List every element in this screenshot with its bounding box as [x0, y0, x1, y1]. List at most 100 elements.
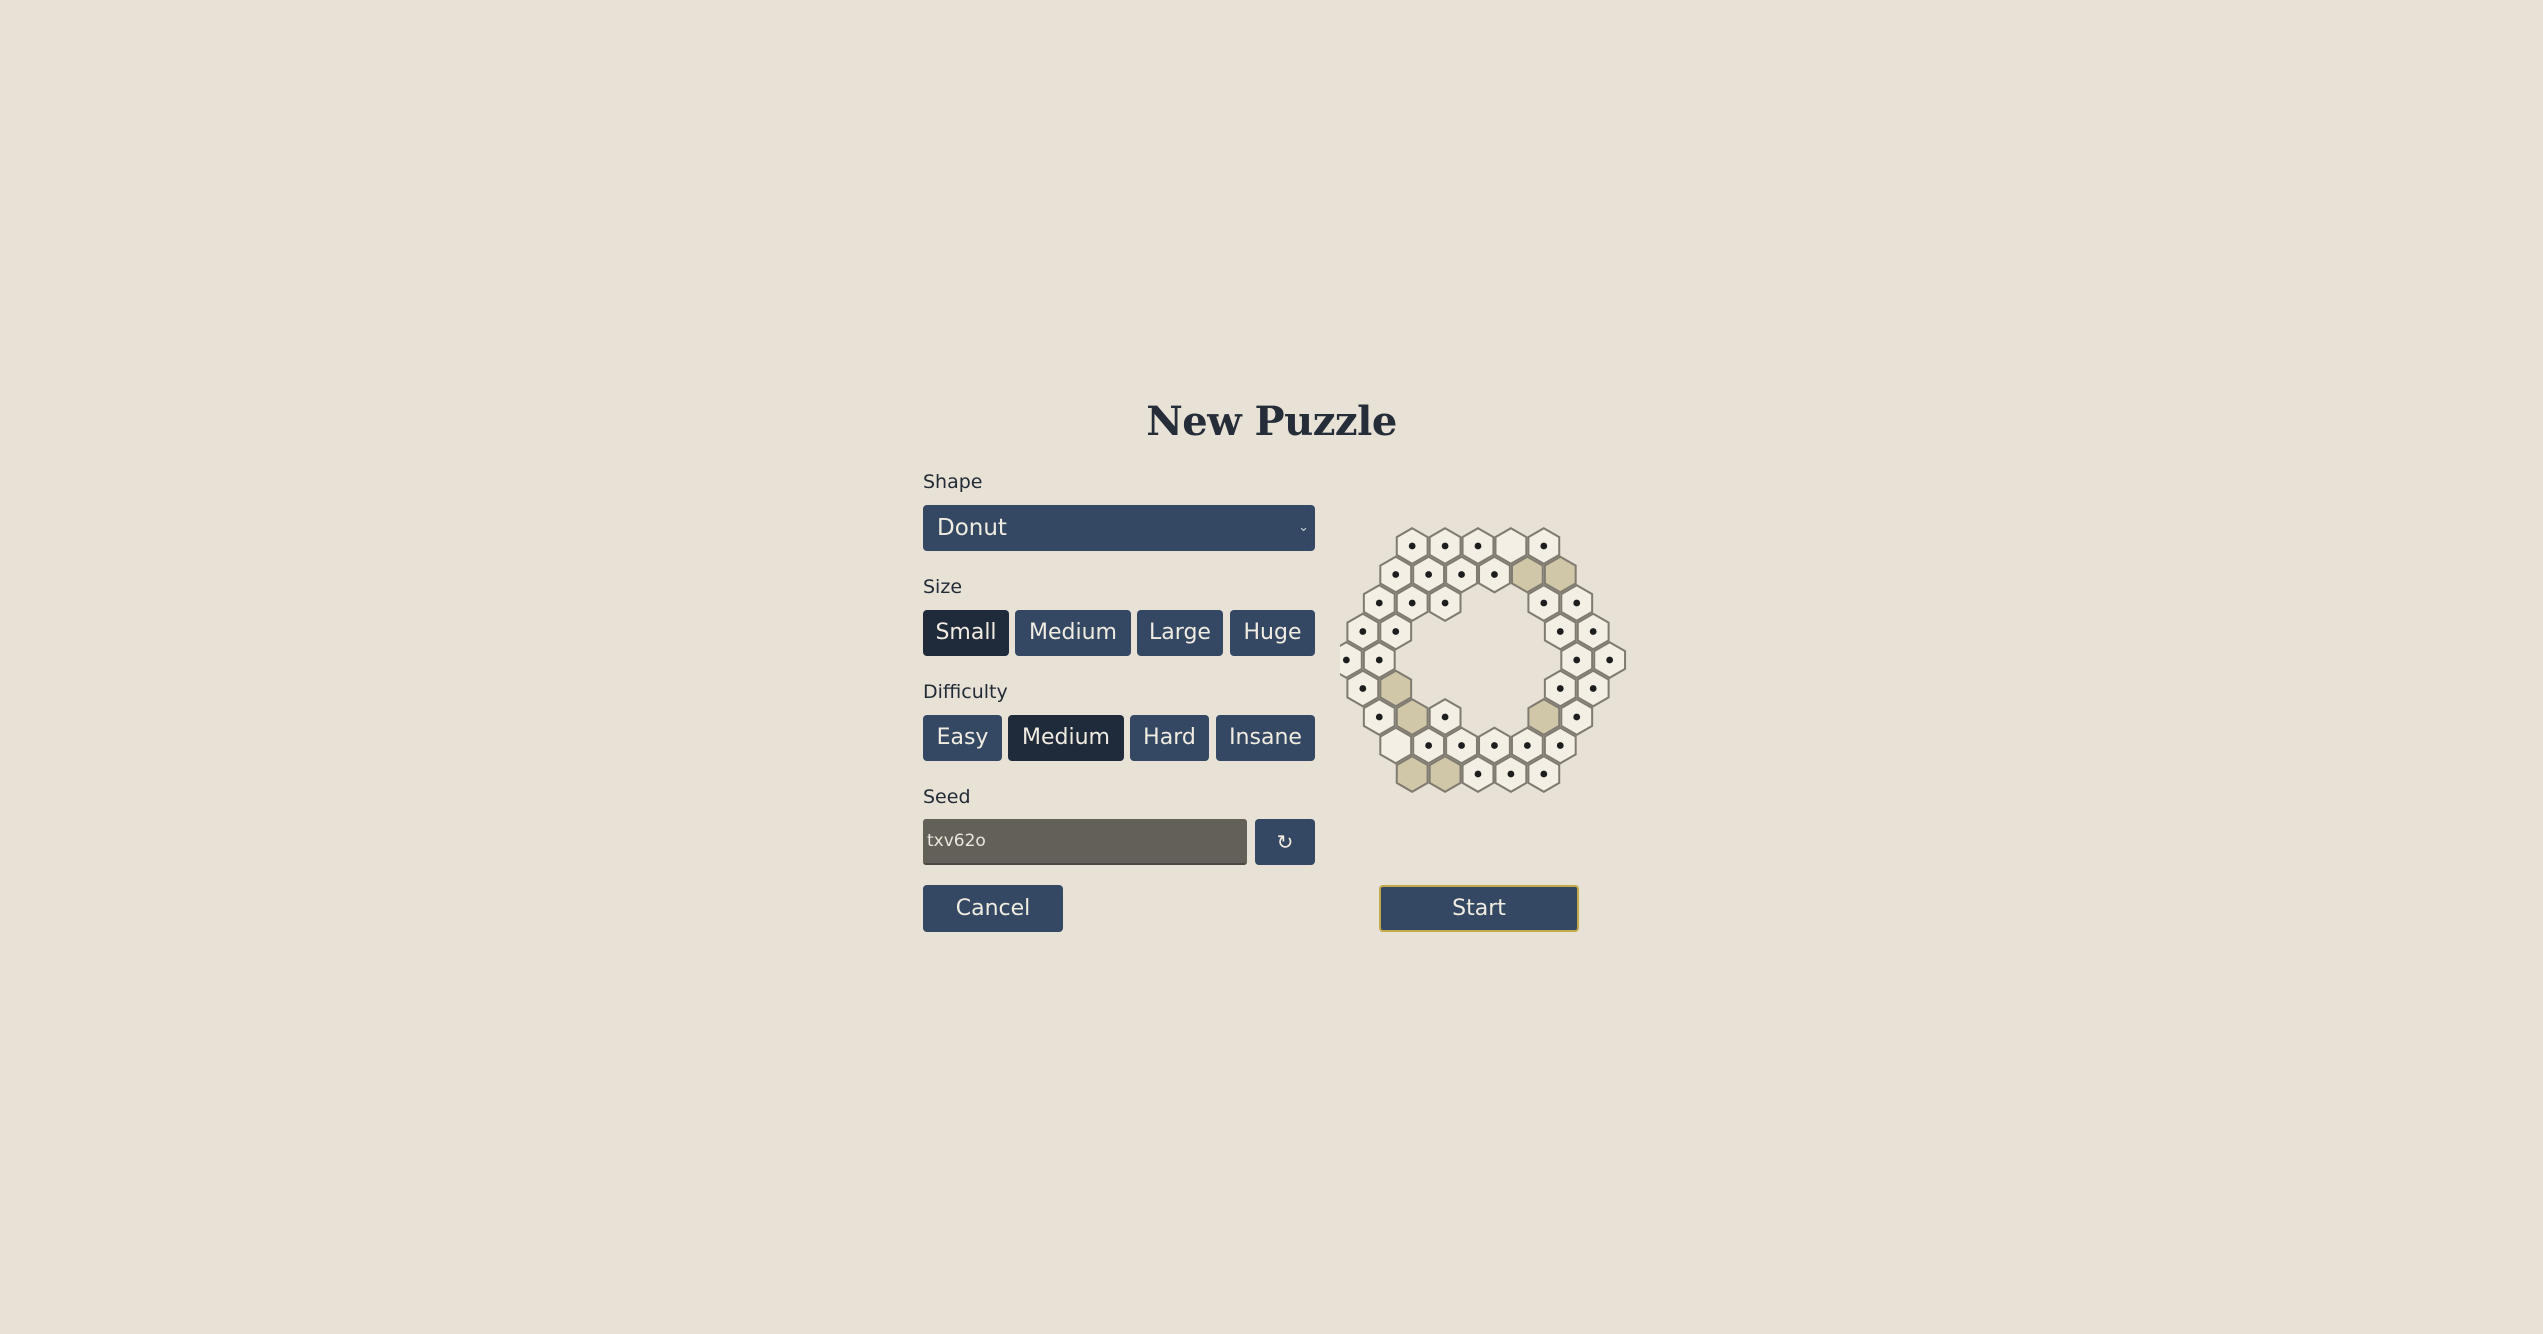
hex-cell [1527, 527, 1561, 565]
hex-cell-shape [1395, 698, 1429, 736]
hex-cell-shape [1395, 755, 1429, 793]
hex-dot [1540, 599, 1548, 607]
hex-dot [1392, 571, 1400, 578]
hex-dot [1474, 542, 1482, 550]
hex-cell [1445, 726, 1478, 765]
hex-dot [1441, 599, 1449, 607]
shape-select[interactable]: Donut ⌄ [923, 505, 1315, 551]
hex-dot [1425, 571, 1433, 578]
difficulty-insane-button[interactable]: Insane [1216, 715, 1315, 761]
hex-cell [1395, 584, 1429, 622]
hex-cell [1428, 755, 1462, 793]
hex-cell [1428, 698, 1462, 736]
hex-cell-shape [1543, 555, 1577, 594]
size-huge-button[interactable]: Huge [1230, 610, 1315, 656]
hex-cell [1527, 584, 1561, 622]
hex-cell [1560, 698, 1594, 736]
hex-cell-shape [1428, 755, 1462, 793]
hex-cell [1428, 527, 1462, 565]
hex-dot [1589, 685, 1597, 692]
hex-cell [1478, 555, 1511, 594]
hex-cell-shape [1379, 726, 1413, 765]
seed-input[interactable] [923, 819, 1247, 865]
hex-cell [1576, 612, 1610, 651]
dialog-title: New Puzzle [1146, 398, 1397, 445]
hex-cell [1346, 669, 1380, 708]
hex-dot [1425, 742, 1433, 749]
hex-cell [1560, 641, 1594, 679]
hex-cell [1412, 555, 1446, 594]
hex-dot [1359, 685, 1367, 692]
hex-dot [1606, 656, 1614, 664]
hex-cell [1527, 755, 1561, 793]
hex-cell [1379, 612, 1413, 651]
hex-cell [1510, 555, 1544, 594]
chevron-down-icon: ⌄ [1298, 520, 1309, 535]
difficulty-label: Difficulty [923, 681, 1008, 703]
hex-cell-shape [1510, 555, 1544, 594]
puzzle-preview [1340, 527, 1627, 793]
hex-dot [1441, 713, 1449, 721]
hex-dot [1523, 742, 1531, 749]
hex-cell-shape [1379, 669, 1413, 708]
hex-cell [1395, 698, 1429, 736]
hex-cell [1461, 755, 1495, 793]
hex-cell [1461, 527, 1495, 565]
hex-dot [1474, 770, 1482, 778]
hex-cell [1543, 669, 1577, 708]
hex-cell-shape [1527, 698, 1561, 736]
size-label: Size [923, 576, 963, 598]
hex-dot [1556, 685, 1564, 692]
hex-cell [1362, 641, 1396, 679]
hex-cell [1395, 527, 1429, 565]
hex-cell [1379, 726, 1413, 765]
hex-cell-shape [1494, 527, 1528, 565]
hex-cell [1362, 698, 1396, 736]
hex-cell [1494, 527, 1528, 565]
hex-cell [1510, 726, 1544, 765]
hex-dot [1573, 713, 1581, 721]
hex-dot [1375, 599, 1383, 607]
hex-cell [1379, 555, 1413, 594]
difficulty-hard-button[interactable]: Hard [1130, 715, 1209, 761]
size-large-button[interactable]: Large [1137, 610, 1223, 656]
shape-select-value: Donut [937, 515, 1007, 541]
hex-dot [1507, 770, 1515, 778]
hex-cell [1576, 669, 1610, 708]
hex-cell [1346, 612, 1380, 651]
hex-dot [1573, 656, 1581, 664]
hex-cell [1543, 555, 1577, 594]
hex-dot [1408, 542, 1416, 550]
hex-dot [1458, 571, 1465, 578]
hex-dot [1556, 742, 1564, 749]
size-medium-button[interactable]: Medium [1015, 610, 1131, 656]
cancel-button[interactable]: Cancel [923, 885, 1063, 932]
hex-cell [1478, 726, 1511, 765]
refresh-seed-button[interactable]: ↻ [1255, 819, 1315, 865]
hex-dot [1589, 628, 1597, 635]
size-small-button[interactable]: Small [923, 610, 1009, 656]
hex-dot [1491, 571, 1498, 578]
hex-cell [1362, 584, 1396, 622]
hex-dot [1375, 713, 1383, 721]
hex-dot [1540, 770, 1548, 778]
hex-dot [1540, 542, 1548, 550]
hex-dot [1359, 628, 1367, 635]
difficulty-medium-button[interactable]: Medium [1008, 715, 1124, 761]
refresh-icon: ↻ [1276, 830, 1294, 854]
hex-cell [1428, 584, 1462, 622]
difficulty-easy-button[interactable]: Easy [923, 715, 1002, 761]
start-button[interactable]: Start [1379, 885, 1579, 932]
hex-dot [1573, 599, 1581, 607]
hex-cell [1412, 726, 1446, 765]
hex-cell [1593, 641, 1627, 679]
seed-label: Seed [923, 786, 971, 808]
hex-cell [1543, 726, 1577, 765]
hex-cell [1543, 612, 1577, 651]
hex-dot [1441, 542, 1449, 550]
shape-label: Shape [923, 471, 983, 493]
hex-dot [1458, 742, 1465, 749]
hex-cell [1445, 555, 1478, 594]
hex-dot [1342, 656, 1350, 664]
hex-dot [1556, 628, 1564, 635]
